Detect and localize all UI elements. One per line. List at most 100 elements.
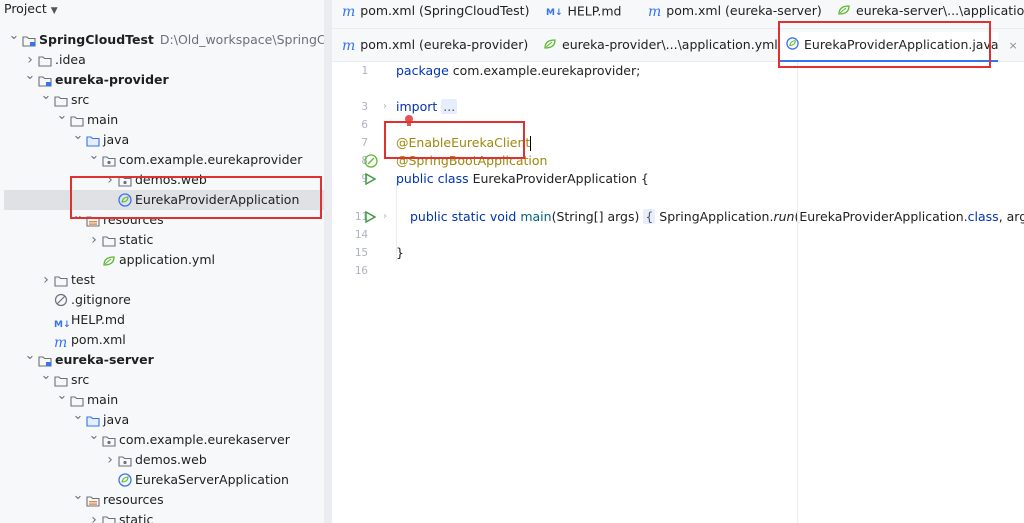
chevron-down-icon[interactable]: ⌄ (24, 346, 36, 366)
tree-item-main[interactable]: ⌄ main (0, 388, 330, 410)
tree-item-pom-xml[interactable]: m pom.xml (0, 330, 330, 350)
maven-icon: m (342, 37, 356, 54)
tree-item-resources[interactable]: ⌄ resources (0, 488, 330, 510)
chevron-down-icon[interactable]: ⌄ (8, 26, 20, 46)
keyword: class (967, 209, 999, 224)
chevron-down-icon[interactable]: ⌄ (24, 66, 36, 86)
tree-item-com-example-eurekaprovider[interactable]: ⌄ com.example.eurekaprovider (0, 148, 330, 170)
tab-label: pom.xml (SpringCloudTest) (360, 3, 530, 18)
chevron-down-icon[interactable]: ⌄ (72, 126, 84, 146)
tree-item-resources[interactable]: ⌄ resources (0, 208, 330, 230)
chevron-down-icon[interactable]: ⌄ (40, 86, 52, 106)
tree-item-static[interactable]: › static (0, 230, 330, 250)
module-folder-icon (38, 73, 52, 87)
tab-help-md[interactable]: M↓ HELP.md (546, 0, 621, 28)
chevron-down-icon[interactable]: ⌄ (88, 146, 100, 166)
chevron-down-icon[interactable]: ⌄ (72, 486, 84, 506)
editor-right-margin (797, 62, 798, 523)
chevron-down-icon[interactable]: ▼ (51, 2, 58, 20)
tree-item-text: src (71, 372, 90, 387)
tab-eureka-server-application-yml[interactable]: eureka-server\...\application.yml (837, 0, 1024, 28)
tree-item-main[interactable]: ⌄ main (0, 108, 330, 130)
spring-bean-gutter-icon[interactable] (364, 154, 378, 168)
run-icon[interactable] (364, 210, 378, 225)
chevron-down-icon[interactable]: ⌄ (40, 366, 52, 386)
fold-arrow-icon[interactable]: › (383, 208, 387, 226)
bulb-icon[interactable] (404, 114, 418, 128)
panel-splitter[interactable] (324, 0, 332, 523)
tab-eureka-provider-application-yml[interactable]: eureka-provider\...\application.yml (543, 34, 778, 62)
chevron-down-icon[interactable]: ⌄ (56, 106, 68, 126)
tree-item-static[interactable]: › static (0, 510, 330, 523)
chevron-right-icon[interactable]: › (104, 170, 116, 190)
chevron-right-icon[interactable]: › (40, 270, 52, 290)
close-icon[interactable]: × (1009, 39, 1018, 52)
tree-item-text: SpringCloudTest (39, 32, 154, 47)
chevron-down-icon[interactable]: ⌄ (56, 386, 68, 406)
tree-item-text: HELP.md (71, 312, 125, 327)
code-line-9: public class EurekaProviderApplication { (396, 170, 649, 188)
chevron-down-icon[interactable]: ⌄ (72, 406, 84, 426)
keyword: package (396, 63, 449, 78)
tab-eurekaproviderapplication-java[interactable]: EurekaProviderApplication.java × (778, 32, 1018, 62)
fold-arrow-icon[interactable]: › (383, 98, 387, 116)
tree-item-java[interactable]: ⌄ java (0, 128, 330, 150)
tree-item-text: pom.xml (71, 332, 126, 347)
tree-item-eurekaproviderapplication[interactable]: EurekaProviderApplication (4, 190, 330, 210)
package-icon (102, 153, 116, 167)
resources-folder-icon (86, 493, 100, 507)
tree-item-label: static (119, 510, 153, 523)
project-panel-header[interactable]: Project ▼ (0, 0, 332, 20)
tree-item-label: eureka-provider (55, 70, 169, 90)
tree-item-src[interactable]: ⌄ src (0, 88, 330, 110)
folded-brace-open[interactable]: { (643, 209, 656, 224)
code-editor[interactable]: 1 3 6 7 8 9 11 14 15 16 › › package com.… (332, 62, 1024, 523)
chevron-down-icon[interactable]: ⌄ (88, 426, 100, 446)
gitignore-icon (54, 293, 68, 307)
run-icon[interactable] (364, 172, 378, 187)
package-icon (118, 453, 132, 467)
tab-pom-springcloudtest[interactable]: m pom.xml (SpringCloudTest) (342, 0, 529, 28)
tree-item-demos-web[interactable]: › demos.web (0, 170, 330, 190)
tree-item-text: EurekaServerApplication (135, 472, 289, 487)
tree-item-com-example-eurekaserver[interactable]: ⌄ com.example.eurekaserver (0, 428, 330, 450)
tab-pom-eureka-provider[interactable]: m pom.xml (eureka-provider) (342, 34, 528, 62)
tree-item-idea[interactable]: › .idea (0, 50, 330, 70)
maven-icon: m (648, 3, 662, 20)
tree-item-text: eureka-server (55, 352, 154, 367)
tree-item-text: main (87, 392, 119, 407)
yaml-file-icon (543, 35, 557, 57)
chevron-right-icon[interactable]: › (88, 510, 100, 523)
line-number: 15 (354, 246, 368, 259)
yaml-file-icon (102, 253, 116, 267)
tree-item-springcloudtest[interactable]: ⌄ SpringCloudTest D:\Old_workspace\SpringC… (0, 28, 332, 50)
tree-item-application-yml[interactable]: application.yml (0, 250, 330, 270)
chevron-right-icon[interactable]: › (88, 230, 100, 250)
code-text: SpringApplication. (655, 209, 774, 224)
tree-item-label: SpringCloudTest D:\Old_workspace\SpringCl… (39, 30, 332, 50)
tree-item-label: src (71, 370, 89, 390)
tree-item-text: static (119, 232, 154, 247)
project-path: D:\Old_workspace\SpringCloudTest (159, 32, 332, 47)
tab-label: eureka-server\...\application.yml (856, 3, 1024, 18)
folded-imports[interactable]: ... (441, 99, 458, 114)
text-cursor (530, 136, 532, 151)
folder-icon (38, 53, 52, 67)
tab-label: EurekaProviderApplication.java (804, 37, 999, 52)
tree-item-gitignore[interactable]: .gitignore (0, 290, 330, 310)
tree-item-test[interactable]: › test (0, 270, 330, 290)
annotation: @SpringBootApplication (396, 153, 548, 168)
tree-item-eurekaserverapplication[interactable]: EurekaServerApplication (0, 470, 330, 490)
tree-item-java[interactable]: ⌄ java (0, 408, 330, 430)
folder-icon (54, 273, 68, 287)
tree-item-demos-web[interactable]: › demos.web (0, 450, 330, 470)
chevron-down-icon[interactable]: ⌄ (72, 206, 84, 226)
tree-item-help-md[interactable]: M↓ HELP.md (0, 310, 330, 330)
tree-item-label: EurekaProviderApplication (135, 190, 299, 210)
tab-pom-eureka-server[interactable]: m pom.xml (eureka-server) (648, 0, 822, 28)
tree-item-src[interactable]: ⌄ src (0, 368, 330, 390)
annotation: @EnableEurekaClient (396, 135, 531, 150)
chevron-right-icon[interactable]: › (104, 450, 116, 470)
code-line-3: import ... (396, 98, 458, 116)
folder-icon (54, 93, 68, 107)
